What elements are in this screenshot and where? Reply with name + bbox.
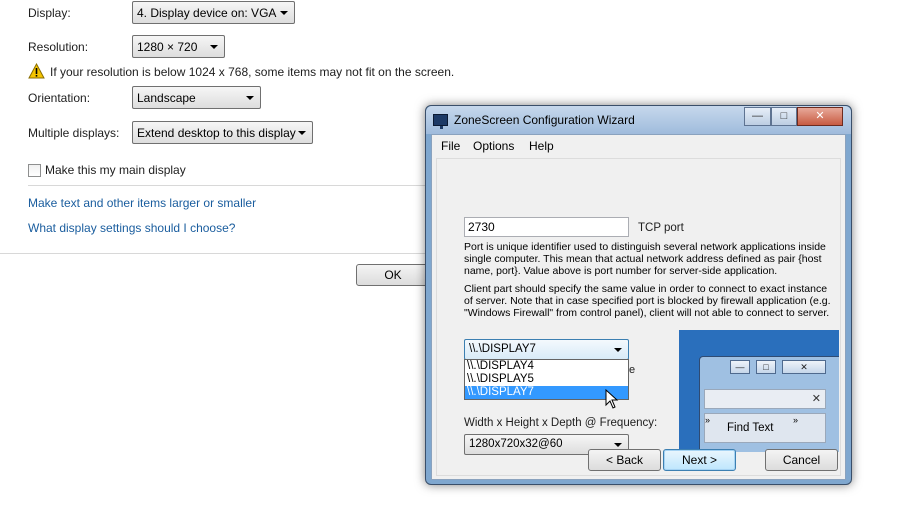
client-description: Client part should specify the same valu… bbox=[464, 283, 831, 319]
tcp-port-input[interactable]: 2730 bbox=[464, 217, 629, 237]
multiple-displays-select[interactable]: Extend desktop to this display bbox=[132, 121, 313, 144]
preview-tab-close-icon: ✕ bbox=[811, 393, 821, 405]
resolution-select[interactable]: 1280 × 720 bbox=[132, 35, 225, 58]
main-display-checkbox[interactable] bbox=[28, 164, 41, 177]
main-display-label: Make this my main display bbox=[45, 163, 186, 177]
back-button[interactable]: < Back bbox=[588, 449, 661, 471]
preview-close-icon: ✕ bbox=[782, 360, 826, 374]
mode-label: Width x Height x Depth @ Frequency: bbox=[464, 417, 658, 429]
chevron-down-icon bbox=[614, 348, 622, 352]
monitor-icon bbox=[433, 114, 448, 129]
menu-file[interactable]: File bbox=[441, 139, 460, 153]
preview-tab-bar: ✕ bbox=[704, 389, 826, 409]
multiple-displays-select-value: Extend desktop to this display bbox=[137, 126, 296, 140]
chevron-down-icon bbox=[280, 11, 288, 15]
display-device-select-value: \\.\DISPLAY7 bbox=[469, 343, 536, 355]
chevron-down-icon bbox=[210, 45, 218, 49]
preview-find-text: Find Text bbox=[727, 422, 774, 434]
resolution-warning-text: If your resolution is below 1024 x 768, … bbox=[50, 65, 455, 79]
chevron-down-icon bbox=[246, 96, 254, 100]
preview-chevron-icon: » bbox=[705, 415, 711, 425]
wizard-title-bar[interactable]: ZoneScreen Configuration Wizard — □ ✕ bbox=[426, 106, 851, 134]
minimize-button[interactable]: — bbox=[744, 107, 771, 126]
next-button[interactable]: Next > bbox=[663, 449, 736, 471]
orientation-select-value: Landscape bbox=[137, 91, 196, 105]
resolution-label: Resolution: bbox=[28, 40, 89, 54]
divider bbox=[0, 253, 430, 254]
cancel-button[interactable]: Cancel bbox=[765, 449, 838, 471]
orientation-select[interactable]: Landscape bbox=[132, 86, 261, 109]
display-device-option[interactable]: \\.\DISPLAY5 bbox=[465, 373, 628, 386]
preview-minimize-icon: — bbox=[730, 360, 750, 374]
divider bbox=[28, 185, 428, 186]
multiple-displays-label: Multiple displays: bbox=[28, 126, 120, 140]
preview-toolbar: » Find Text » bbox=[704, 413, 826, 443]
preview-window: — □ ✕ ✕ » Find Text » bbox=[699, 356, 839, 452]
display-device-option-selected[interactable]: \\.\DISPLAY7 bbox=[465, 386, 628, 399]
tcp-port-label: TCP port bbox=[638, 222, 684, 234]
display-label: Display: bbox=[28, 6, 71, 20]
wizard-title: ZoneScreen Configuration Wizard bbox=[454, 113, 635, 127]
display-select-value: 4. Display device on: VGA bbox=[137, 6, 277, 20]
screen-preview: — □ ✕ ✕ » Find Text » bbox=[679, 330, 839, 452]
mouse-cursor-icon bbox=[605, 388, 619, 409]
close-button[interactable]: ✕ bbox=[797, 107, 843, 126]
warning-icon bbox=[28, 62, 45, 79]
ok-button[interactable]: OK bbox=[356, 264, 430, 286]
text-size-link[interactable]: Make text and other items larger or smal… bbox=[28, 196, 256, 210]
menu-help[interactable]: Help bbox=[529, 139, 554, 153]
preview-chevron-icon: » bbox=[793, 415, 799, 425]
mode-select-value: 1280x720x32@60 bbox=[469, 438, 563, 450]
orientation-label: Orientation: bbox=[28, 91, 91, 105]
wizard-menu-bar: File Options Help bbox=[432, 135, 845, 156]
display-device-option[interactable]: \\.\DISPLAY4 bbox=[465, 360, 628, 373]
wizard-client-area: File Options Help 2730 TCP port Port is … bbox=[431, 134, 846, 480]
display-settings-help-link[interactable]: What display settings should I choose? bbox=[28, 221, 235, 235]
display-select[interactable]: 4. Display device on: VGA bbox=[132, 1, 295, 24]
port-description: Port is unique identifier used to distin… bbox=[464, 241, 826, 277]
device-label-fragment: e bbox=[629, 364, 636, 376]
wizard-page: 2730 TCP port Port is unique identifier … bbox=[436, 158, 841, 476]
display-device-select[interactable]: \\.\DISPLAY7 bbox=[464, 339, 629, 360]
maximize-button[interactable]: □ bbox=[771, 107, 797, 126]
chevron-down-icon bbox=[298, 131, 306, 135]
wizard-window: ZoneScreen Configuration Wizard — □ ✕ Fi… bbox=[425, 105, 852, 485]
chevron-down-icon bbox=[614, 443, 622, 447]
resolution-select-value: 1280 × 720 bbox=[137, 40, 198, 54]
menu-options[interactable]: Options bbox=[473, 139, 514, 153]
preview-maximize-icon: □ bbox=[756, 360, 776, 374]
